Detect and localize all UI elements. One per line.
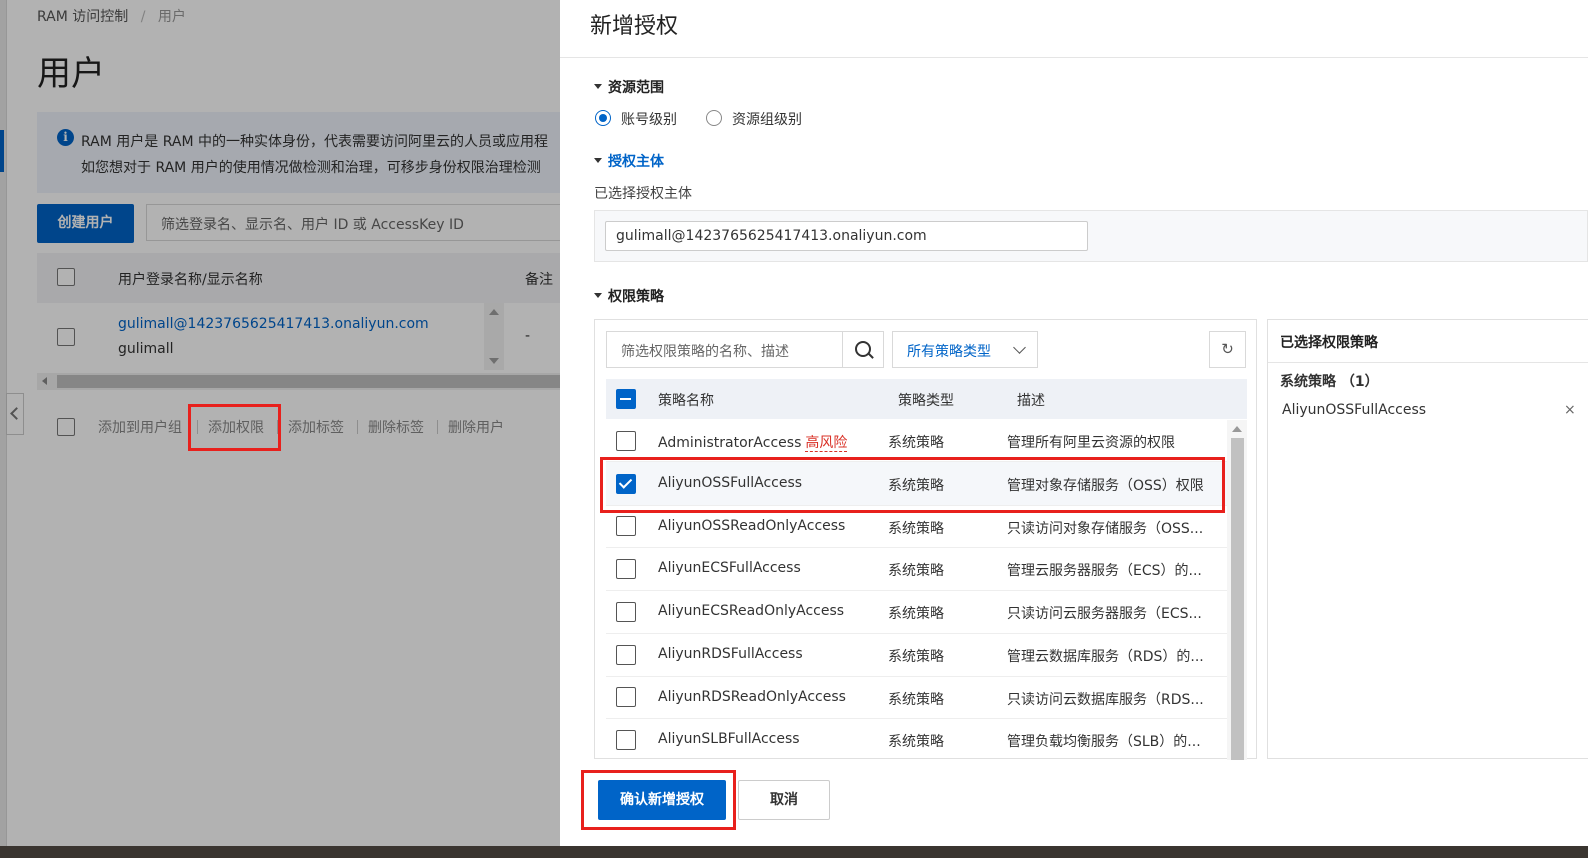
table-row[interactable]: AliyunSLBFullAccess 系统策略 管理负载均衡服务（SLB）的.… [606, 719, 1227, 760]
policy-checkbox[interactable] [616, 431, 636, 451]
policy-name: AliyunSLBFullAccess [658, 731, 800, 747]
policy-desc: 管理负载均衡服务（SLB）的... [1007, 734, 1201, 750]
policy-name: AliyunRDSFullAccess [658, 646, 803, 662]
policy-desc: 管理对象存储服务（OSS）权限 [1007, 478, 1204, 494]
policy-type: 系统策略 [888, 478, 944, 494]
policy-checkbox[interactable] [616, 687, 636, 707]
high-risk-badge[interactable]: 高风险 [805, 435, 848, 452]
scope-section-title: 资源范围 [608, 80, 664, 96]
policy-type: 系统策略 [888, 563, 944, 579]
table-row[interactable]: AliyunOSSReadOnlyAccess 系统策略 只读访问对象存储服务（… [606, 506, 1227, 548]
selected-policy-item: AliyunOSSFullAccess [1282, 402, 1427, 418]
policy-section-toggle[interactable]: 权限策略 [594, 286, 664, 306]
policy-checkbox[interactable] [616, 645, 636, 665]
table-row[interactable]: AliyunRDSReadOnlyAccess 系统策略 只读访问云数据库服务（… [606, 677, 1227, 719]
policy-desc: 管理所有阿里云资源的权限 [1007, 435, 1175, 451]
selected-group-label: 系统策略 （1） [1280, 374, 1379, 390]
table-row[interactable]: AliyunECSReadOnlyAccess 系统策略 只读访问云服务器服务（… [606, 591, 1227, 634]
policy-checkbox[interactable] [616, 730, 636, 750]
principal-field[interactable]: gulimall@1423765625417413.onaliyun.com [605, 221, 1088, 251]
policy-type: 系统策略 [888, 692, 944, 708]
table-row[interactable]: AliyunRDSFullAccess 系统策略 管理云数据库服务（RDS）的.… [606, 634, 1227, 677]
principal-section-toggle[interactable]: 授权主体 [594, 151, 664, 171]
refresh-icon[interactable]: ↻ [1209, 331, 1246, 368]
select-all-policies-checkbox[interactable] [616, 389, 636, 409]
policy-desc: 只读访问云服务器服务（ECS... [1007, 606, 1202, 622]
principal-container: gulimall@1423765625417413.onaliyun.com [594, 210, 1588, 262]
policy-list-scrollbar[interactable] [1227, 420, 1247, 760]
policy-name: AliyunECSFullAccess [658, 560, 801, 576]
policy-type-value: 所有策略类型 [907, 344, 991, 360]
divider [560, 57, 1588, 58]
policy-type: 系统策略 [888, 734, 944, 750]
chevron-down-icon [1013, 341, 1026, 354]
policy-name: AliyunRDSReadOnlyAccess [658, 689, 846, 705]
cancel-button[interactable]: 取消 [738, 780, 830, 820]
policy-list-panel: 筛选权限策略的名称、描述 所有策略类型 ↻ 策略名称 策略类型 描述 Admin… [594, 319, 1257, 760]
drawer-title: 新增授权 [590, 14, 679, 39]
scroll-thumb[interactable] [1231, 438, 1244, 760]
selected-policies-panel: 已选择权限策略 系统策略 （1） AliyunOSSFullAccess × [1267, 319, 1588, 759]
col-policy-type: 策略类型 [898, 393, 954, 409]
table-row[interactable]: AliyunECSFullAccess 系统策略 管理云服务器服务（ECS）的.… [606, 548, 1227, 591]
close-icon[interactable]: × [1564, 402, 1576, 418]
add-permission-drawer: 新增授权 资源范围 账号级别 资源组级别 授权主体 已选择授权主体 gulima… [560, 0, 1588, 846]
policy-type: 系统策略 [888, 606, 944, 622]
search-icon [855, 341, 871, 357]
collapse-triangle-icon [594, 157, 602, 163]
policy-desc: 只读访问对象存储服务（OSS... [1007, 521, 1204, 537]
policy-type: 系统策略 [888, 521, 944, 537]
collapse-triangle-icon [594, 292, 602, 298]
policy-section-title: 权限策略 [608, 289, 664, 305]
col-policy-name: 策略名称 [658, 393, 714, 409]
policy-search-input[interactable]: 筛选权限策略的名称、描述 [606, 331, 843, 368]
scroll-up-arrow[interactable] [1232, 426, 1242, 432]
policy-table-header: 策略名称 策略类型 描述 [606, 379, 1247, 419]
col-policy-desc: 描述 [1017, 393, 1045, 409]
collapse-triangle-icon [594, 83, 602, 89]
policy-desc: 管理云服务器服务（ECS）的... [1007, 563, 1202, 579]
policy-desc: 只读访问云数据库服务（RDS... [1007, 692, 1204, 708]
policy-name: AliyunOSSFullAccess [658, 475, 803, 491]
policy-type: 系统策略 [888, 435, 944, 451]
policy-name-text: AdministratorAccess [658, 435, 802, 451]
scope-resource-group-radio[interactable] [706, 110, 722, 126]
policy-checkbox[interactable] [616, 559, 636, 579]
policy-type: 系统策略 [888, 649, 944, 665]
principal-section-title: 授权主体 [608, 154, 664, 170]
scope-account-label[interactable]: 账号级别 [621, 109, 677, 129]
principal-value: gulimall@1423765625417413.onaliyun.com [616, 228, 927, 244]
policy-type-select[interactable]: 所有策略类型 [892, 331, 1038, 368]
policy-search-button[interactable] [842, 331, 884, 368]
divider [1268, 362, 1588, 363]
policy-search-placeholder: 筛选权限策略的名称、描述 [621, 344, 789, 360]
scope-account-radio[interactable] [595, 110, 611, 126]
principal-label: 已选择授权主体 [594, 186, 692, 202]
policy-desc: 管理云数据库服务（RDS）的... [1007, 649, 1204, 665]
policy-checkbox[interactable] [616, 474, 636, 494]
modal-mask[interactable] [0, 0, 560, 846]
selected-policies-title: 已选择权限策略 [1280, 335, 1378, 351]
taskbar-strip [0, 846, 1588, 858]
policy-name: AliyunECSReadOnlyAccess [658, 603, 845, 619]
scope-section-toggle[interactable]: 资源范围 [594, 77, 664, 97]
policy-name: AdministratorAccess 高风险 [658, 432, 848, 452]
policy-table-body: AdministratorAccess 高风险 系统策略 管理所有阿里云资源的权限… [606, 420, 1227, 760]
table-row[interactable]: AliyunOSSFullAccess 系统策略 管理对象存储服务（OSS）权限 [606, 462, 1227, 506]
policy-checkbox[interactable] [616, 602, 636, 622]
policy-name: AliyunOSSReadOnlyAccess [658, 518, 846, 534]
scope-resource-group-label[interactable]: 资源组级别 [732, 109, 802, 129]
confirm-add-permission-button[interactable]: 确认新增授权 [598, 780, 726, 820]
table-row[interactable]: AdministratorAccess 高风险 系统策略 管理所有阿里云资源的权限 [606, 420, 1227, 462]
policy-checkbox[interactable] [616, 516, 636, 536]
background-page: RAM 访问控制 / 用户 用户 i RAM 用户是 RAM 中的一种实体身份，… [0, 0, 577, 846]
